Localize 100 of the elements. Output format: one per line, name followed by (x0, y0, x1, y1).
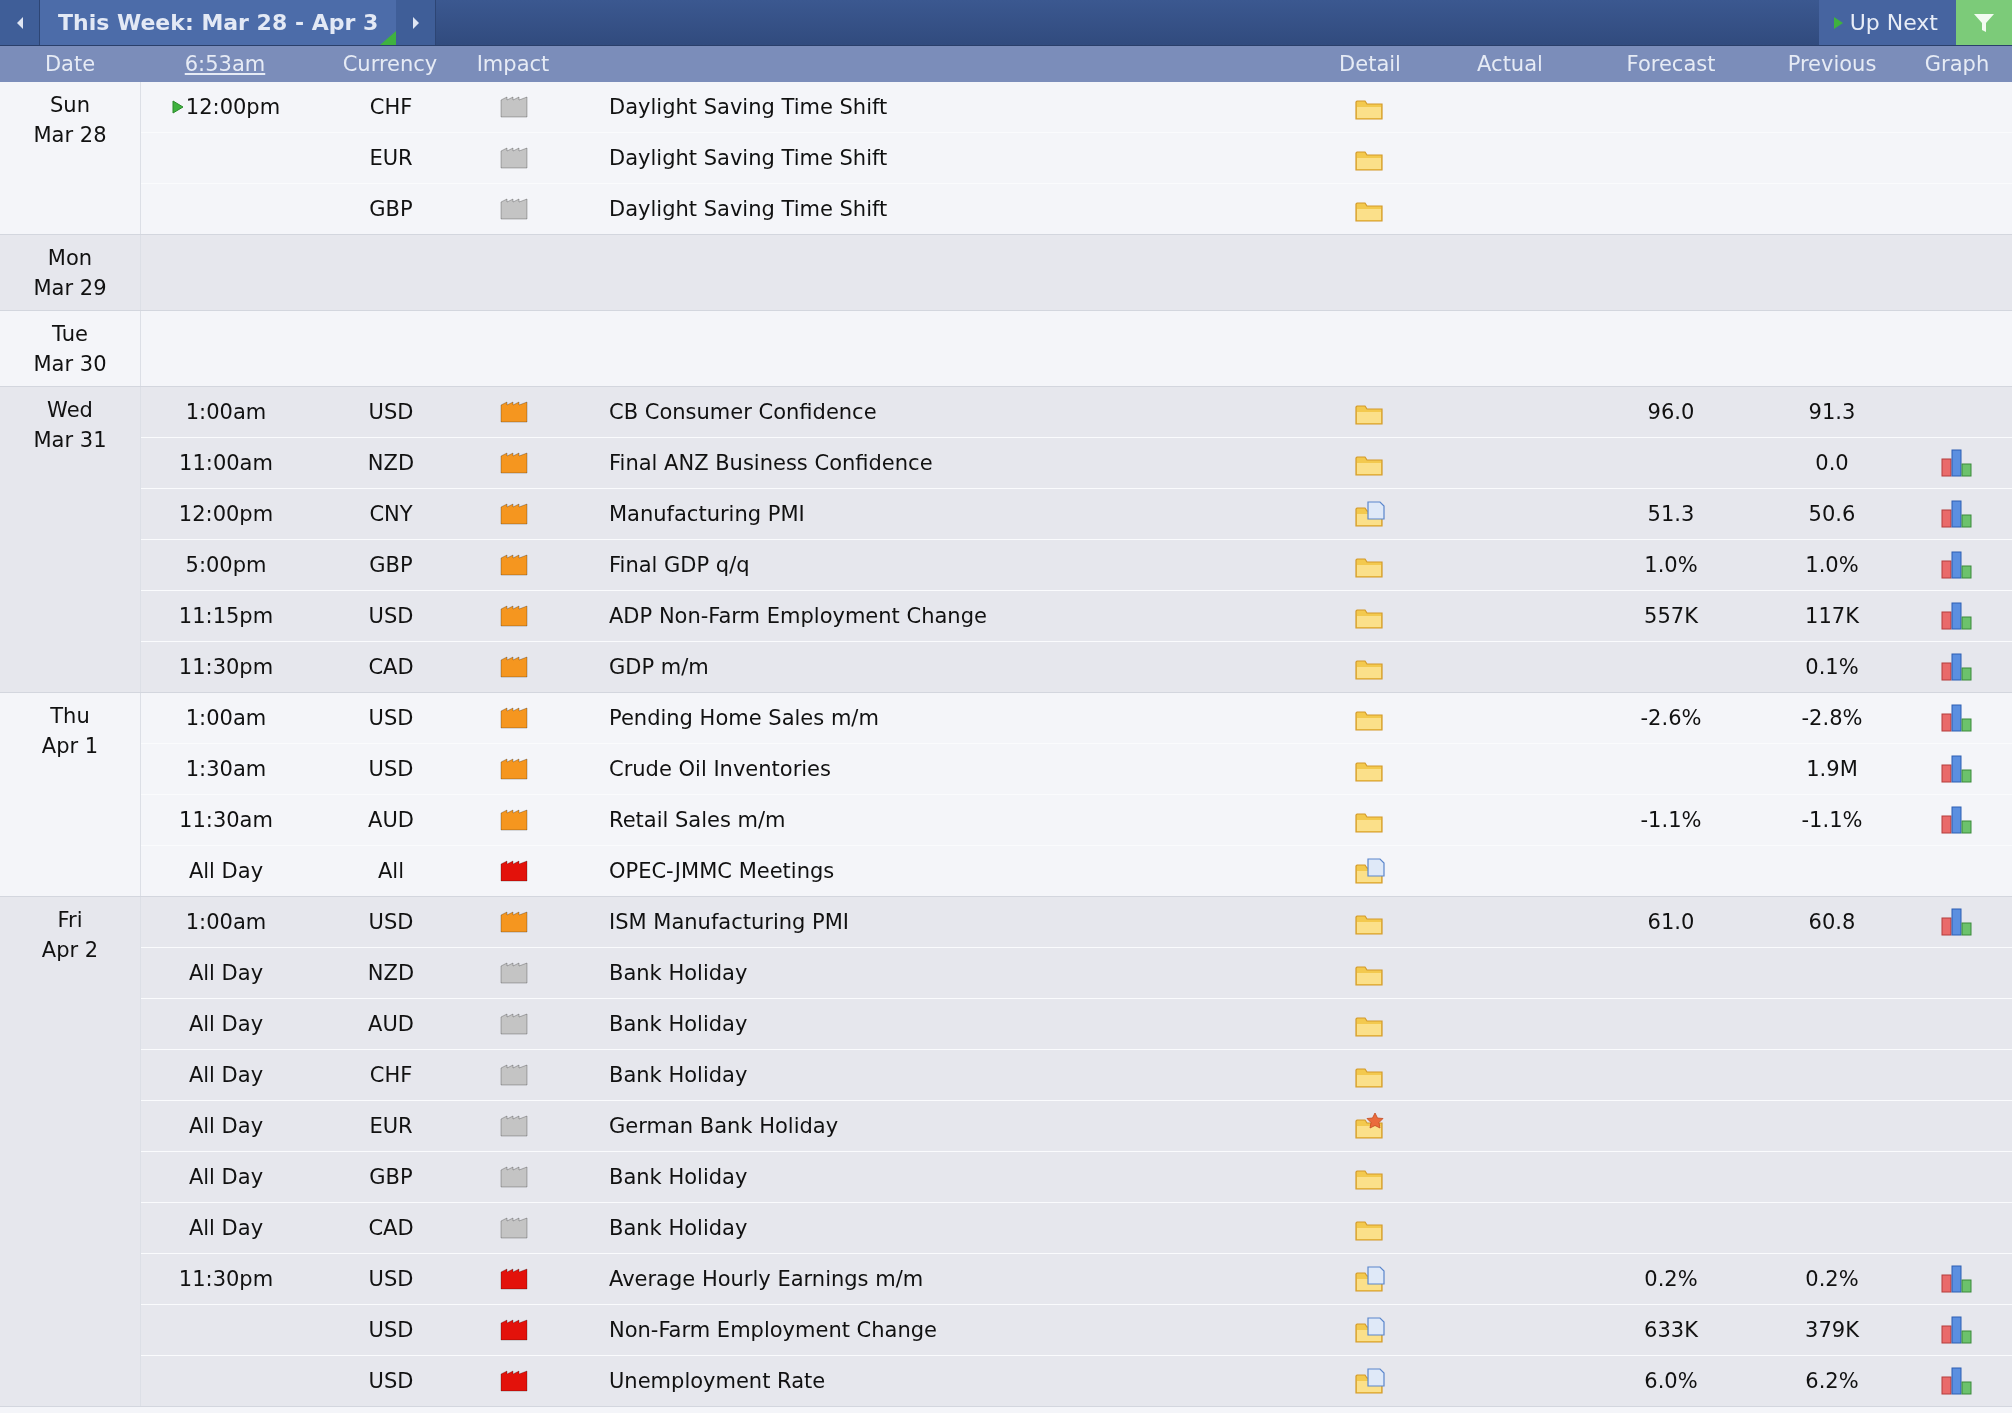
forecast-value: 51.3 (1646, 502, 1696, 526)
event-title[interactable]: Bank Holiday (557, 1063, 1300, 1087)
currency-code: USD (367, 706, 415, 730)
event-title[interactable]: Average Hourly Earnings m/m (557, 1267, 1300, 1291)
event-time: 1:00am (185, 706, 267, 730)
bar-chart-icon[interactable] (1941, 755, 1973, 783)
currency-code: GBP (368, 553, 414, 577)
column-header: Impact (475, 52, 551, 76)
currency-code: GBP (368, 1165, 414, 1189)
bar-chart-icon[interactable] (1941, 551, 1973, 579)
day-date: Apr 1 (41, 733, 99, 760)
event-title[interactable]: Pending Home Sales m/m (557, 706, 1300, 730)
event-title[interactable]: Final GDP q/q (557, 553, 1300, 577)
week-title-button[interactable]: This Week: Mar 28 - Apr 3 (40, 0, 397, 45)
currency-code: All (376, 859, 405, 883)
event-title[interactable]: Daylight Saving Time Shift (557, 197, 1300, 221)
previous-week-button[interactable] (0, 0, 40, 45)
event-title[interactable]: Final ANZ Business Confidence (557, 451, 1300, 475)
column-header: Detail (1338, 52, 1402, 76)
event-title[interactable]: Unemployment Rate (557, 1369, 1300, 1393)
bar-chart-icon[interactable] (1941, 704, 1973, 732)
folder-document-icon[interactable] (1354, 857, 1386, 885)
column-header: Graph (1923, 52, 1991, 76)
folder-document-icon[interactable] (1354, 1265, 1386, 1293)
event-title[interactable]: ISM Manufacturing PMI (557, 910, 1300, 934)
event-time: 11:30pm (178, 1267, 274, 1291)
next-week-button[interactable] (396, 0, 437, 45)
event-title[interactable]: Retail Sales m/m (557, 808, 1300, 832)
forecast-value: 557K (1643, 604, 1699, 628)
event-time: All Day (188, 1216, 264, 1240)
bar-chart-icon[interactable] (1941, 806, 1973, 834)
previous-value: 60.8 (1807, 910, 1857, 934)
previous-value: 0.0 (1814, 451, 1850, 475)
up-next-button[interactable]: Up Next (1818, 0, 1956, 45)
event-title[interactable]: GDP m/m (557, 655, 1300, 679)
currency-code: EUR (368, 146, 414, 170)
bar-chart-icon[interactable] (1941, 908, 1973, 936)
previous-value: 50.6 (1807, 502, 1857, 526)
event-title[interactable]: Daylight Saving Time Shift (557, 95, 1300, 119)
day-date: Mar 31 (33, 427, 107, 454)
folder-document-icon[interactable] (1354, 1367, 1386, 1395)
folder-document-icon[interactable] (1354, 1316, 1386, 1344)
forecast-value: 0.2% (1643, 1267, 1699, 1291)
currency-code: USD (367, 604, 415, 628)
event-title[interactable]: Bank Holiday (557, 1165, 1300, 1189)
day-name: Tue (52, 321, 88, 348)
event-title[interactable]: OPEC-JMMC Meetings (557, 859, 1300, 883)
event-title[interactable]: Crude Oil Inventories (557, 757, 1300, 781)
currency-code: CHF (368, 95, 414, 119)
previous-value: 379K (1804, 1318, 1860, 1342)
currency-code: CAD (367, 655, 415, 679)
event-time: 1:30am (185, 757, 267, 781)
event-title[interactable]: Daylight Saving Time Shift (557, 146, 1300, 170)
event-title[interactable]: Bank Holiday (557, 961, 1300, 985)
previous-value: 91.3 (1807, 400, 1857, 424)
corner-triangle-icon (380, 31, 397, 45)
previous-value: -1.1% (1800, 808, 1864, 832)
day-name: Thu (50, 703, 90, 730)
bar-chart-icon[interactable] (1941, 1265, 1973, 1293)
bar-chart-icon[interactable] (1941, 1316, 1973, 1344)
currency-code: USD (367, 1318, 415, 1342)
event-time: All Day (188, 1012, 264, 1036)
previous-value: 117K (1804, 604, 1860, 628)
event-time: All Day (188, 1165, 264, 1189)
currency-code: EUR (368, 1114, 414, 1138)
bar-chart-icon[interactable] (1941, 602, 1973, 630)
event-title[interactable]: ADP Non-Farm Employment Change (557, 604, 1300, 628)
column-header: Actual (1476, 52, 1544, 76)
event-title[interactable]: CB Consumer Confidence (557, 400, 1300, 424)
filter-icon (1973, 12, 1995, 33)
play-icon (1832, 15, 1844, 30)
day-name: Fri (57, 907, 83, 934)
event-time: 11:30am (179, 808, 273, 832)
bar-chart-icon[interactable] (1941, 1367, 1973, 1395)
event-time: All Day (188, 859, 264, 883)
event-title[interactable]: Manufacturing PMI (557, 502, 1300, 526)
event-title[interactable]: Non-Farm Employment Change (557, 1318, 1300, 1342)
folder-document-icon[interactable] (1354, 500, 1386, 528)
forecast-value: 6.0% (1643, 1369, 1699, 1393)
currency-code: NZD (366, 451, 416, 475)
bar-chart-icon[interactable] (1941, 653, 1973, 681)
column-header: Forecast (1625, 52, 1717, 76)
event-title[interactable]: Bank Holiday (557, 1012, 1300, 1036)
currency-code: CHF (368, 1063, 414, 1087)
previous-value: 0.1% (1804, 655, 1860, 679)
currency-code: GBP (368, 197, 414, 221)
bar-chart-icon[interactable] (1941, 449, 1973, 477)
filter-button[interactable] (1956, 0, 2012, 45)
event-title[interactable]: German Bank Holiday (557, 1114, 1300, 1138)
event-time: 12:00pm (185, 95, 281, 119)
folder-star-icon[interactable] (1354, 1112, 1386, 1140)
event-title[interactable]: Bank Holiday (557, 1216, 1300, 1240)
forecast-value: 633K (1643, 1318, 1699, 1342)
event-time: 12:00pm (178, 502, 274, 526)
currency-code: NZD (366, 961, 416, 985)
day-date: Apr 2 (41, 937, 99, 964)
column-header: Currency (341, 52, 439, 76)
currency-code: CAD (367, 1216, 415, 1240)
bar-chart-icon[interactable] (1941, 500, 1973, 528)
day-date: Mar 29 (33, 275, 107, 302)
